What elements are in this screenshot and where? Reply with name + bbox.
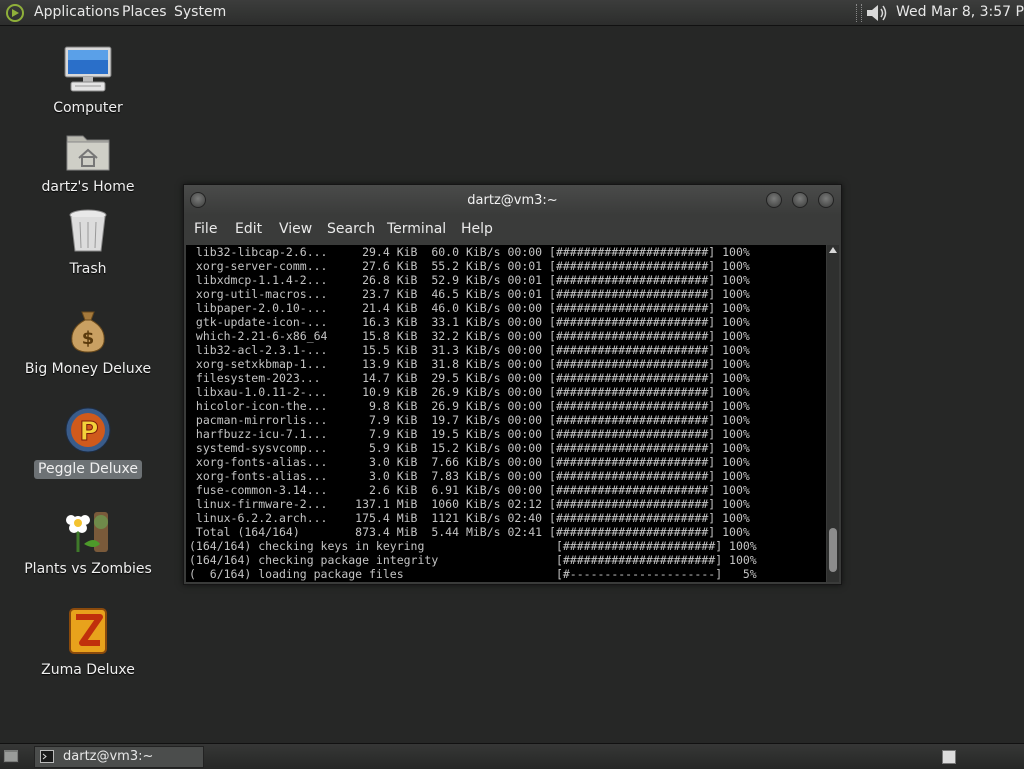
desktop-icon-label: Plants vs Zombies	[24, 561, 152, 577]
window-title: dartz@vm3:~	[467, 193, 558, 208]
terminal-line: fuse-common-3.14... 2.6 KiB 6.91 KiB/s 0…	[189, 483, 750, 497]
places-menu[interactable]: Places	[122, 4, 167, 21]
terminal-line: libpaper-2.0.10-... 21.4 KiB 46.0 KiB/s …	[189, 301, 750, 315]
menu-search[interactable]: Search	[327, 221, 375, 238]
bottom-panel: dartz@vm3:~	[0, 743, 1024, 769]
terminal-line: systemd-sysvcomp... 5.9 KiB 15.2 KiB/s 0…	[189, 441, 750, 455]
top-panel: Applications Places System Wed Mar 8, 3:…	[0, 0, 1024, 26]
terminal-line: lib32-libcap-2.6... 29.4 KiB 60.0 KiB/s …	[189, 245, 750, 259]
desktop-icon-label: Zuma Deluxe	[41, 662, 135, 678]
terminal-line: gtk-update-icon-... 16.3 KiB 33.1 KiB/s …	[189, 315, 750, 329]
desktop-icon-label: Big Money Deluxe	[24, 361, 152, 377]
taskbar-button-label: dartz@vm3:~	[63, 749, 154, 764]
system-menu[interactable]: System	[174, 4, 226, 21]
close-button[interactable]	[818, 192, 834, 208]
terminal-line: pacman-mirrorlis... 7.9 KiB 19.7 KiB/s 0…	[189, 413, 750, 427]
terminal-line: ( 6/164) loading package files [#-------…	[189, 567, 757, 581]
terminal-icon	[40, 750, 54, 763]
desktop-icon-peggle[interactable]: P Peggle Deluxe	[13, 406, 163, 479]
terminal-line: xorg-fonts-alias... 3.0 KiB 7.83 KiB/s 0…	[189, 469, 750, 483]
taskbar-button-terminal[interactable]: dartz@vm3:~	[34, 746, 204, 768]
scrollbar-thumb[interactable]	[829, 528, 837, 572]
workspace-switcher-icon[interactable]	[942, 750, 956, 764]
terminal-line: (164/164) checking keys in keyring [####…	[189, 539, 757, 553]
terminal-window[interactable]: dartz@vm3:~ File Edit View Search Termin…	[183, 184, 842, 585]
terminal-line: lib32-acl-2.3.1-... 15.5 KiB 31.3 KiB/s …	[189, 343, 750, 357]
maximize-button[interactable]	[792, 192, 808, 208]
desktop-icon-label: Trash	[69, 261, 107, 277]
applications-menu[interactable]: Applications	[34, 4, 120, 21]
home-folder-icon	[66, 135, 110, 171]
terminal-line: xorg-setxkbmap-1... 13.9 KiB 31.8 KiB/s …	[189, 357, 750, 371]
terminal-line: linux-firmware-2... 137.1 MiB 1060 KiB/s…	[189, 497, 750, 511]
terminal-line: harfbuzz-icu-7.1... 7.9 KiB 19.5 KiB/s 0…	[189, 427, 750, 441]
desktop-icon-trash[interactable]: Trash	[13, 208, 163, 279]
distro-logo-icon[interactable]	[6, 4, 24, 22]
clock[interactable]: Wed Mar 8, 3:57 PM	[896, 4, 1024, 21]
terminal-menubar: File Edit View Search Terminal Help	[184, 219, 841, 241]
trash-icon	[69, 209, 107, 252]
terminal-line: libxdmcp-1.1.4-2... 26.8 KiB 52.9 KiB/s …	[189, 273, 750, 287]
panel-separator	[856, 4, 862, 22]
money-bag-icon: $	[71, 311, 105, 353]
terminal-line: libxau-1.0.11-2-... 10.9 KiB 26.9 KiB/s …	[189, 385, 750, 399]
desktop-icon-computer[interactable]: Computer	[13, 45, 163, 118]
flower-icon	[66, 512, 108, 552]
terminal-line: filesystem-2023... 14.7 KiB 29.5 KiB/s 0…	[189, 371, 750, 385]
desktop-icon-home[interactable]: dartz's Home	[13, 128, 163, 197]
terminal-line: xorg-util-macros... 23.7 KiB 46.5 KiB/s …	[189, 287, 750, 301]
terminal-line: Total (164/164) 873.4 MiB 5.44 MiB/s 02:…	[189, 525, 750, 539]
terminal-line: linux-6.2.2.arch... 175.4 MiB 1121 KiB/s…	[189, 511, 750, 525]
minimize-button[interactable]	[766, 192, 782, 208]
computer-icon	[64, 46, 112, 92]
show-desktop-icon[interactable]	[3, 749, 19, 763]
terminal-line: hicolor-icon-the... 9.8 KiB 26.9 KiB/s 0…	[189, 399, 750, 413]
desktop-icon-label: Computer	[53, 100, 123, 116]
menu-terminal[interactable]: Terminal	[387, 221, 446, 238]
terminal-line: which-2.21-6-x86_64 15.8 KiB 32.2 KiB/s …	[189, 329, 750, 343]
zuma-icon	[69, 608, 107, 654]
menu-help[interactable]: Help	[461, 221, 493, 238]
menu-view[interactable]: View	[279, 221, 312, 238]
desktop-icon-label: Peggle Deluxe	[34, 460, 142, 479]
menu-file[interactable]: File	[194, 221, 217, 238]
terminal-scrollbar[interactable]	[827, 245, 839, 582]
speaker-icon[interactable]	[864, 2, 888, 24]
desktop-icon-big-money[interactable]: $ Big Money Deluxe	[13, 308, 163, 379]
terminal-line: xorg-server-comm... 27.6 KiB 55.2 KiB/s …	[189, 259, 750, 273]
terminal-line: (164/164) checking package integrity [##…	[189, 553, 757, 567]
desktop-icon-zuma[interactable]: Zuma Deluxe	[13, 607, 163, 680]
scroll-up-arrow-icon[interactable]	[829, 247, 837, 253]
desktop-icon-pvz[interactable]: Plants vs Zombies	[13, 508, 163, 579]
svg-text:P: P	[79, 417, 98, 447]
terminal-output[interactable]: lib32-libcap-2.6... 29.4 KiB 60.0 KiB/s …	[186, 245, 826, 582]
svg-text:$: $	[82, 328, 95, 349]
desktop-icon-label: dartz's Home	[41, 179, 135, 195]
peggle-icon: P	[65, 407, 111, 453]
menu-edit[interactable]: Edit	[235, 221, 262, 238]
terminal-line: xorg-fonts-alias... 3.0 KiB 7.66 KiB/s 0…	[189, 455, 750, 469]
window-titlebar[interactable]: dartz@vm3:~	[184, 185, 841, 215]
